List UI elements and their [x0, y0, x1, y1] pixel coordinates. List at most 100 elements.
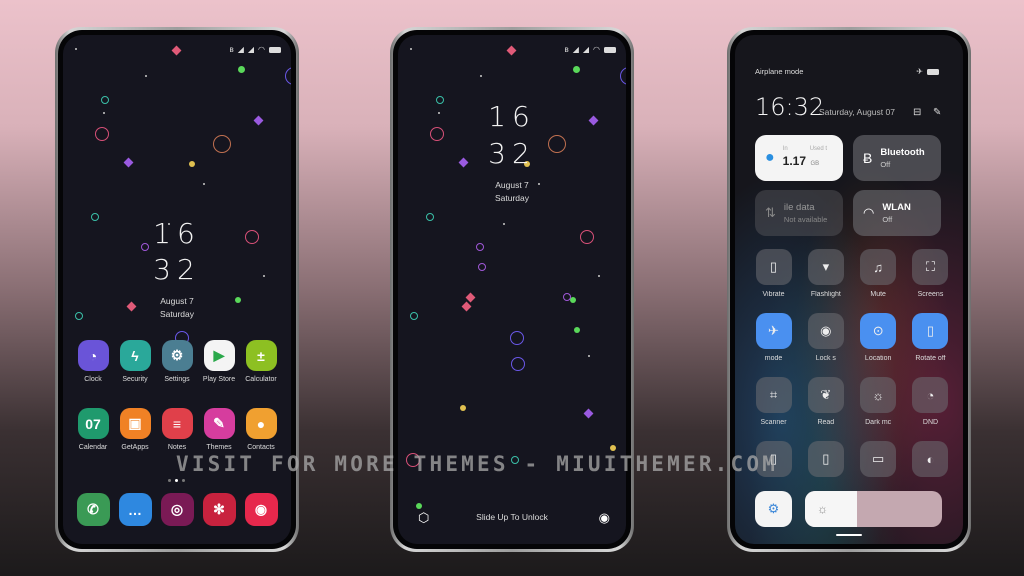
app-fingerprint[interactable]: ◎: [157, 493, 197, 526]
status-bar: ✈: [916, 67, 939, 76]
app-calendar[interactable]: 07 Calendar: [73, 408, 113, 451]
notes-icon: ≡: [161, 408, 193, 439]
flashlight-icon: ▾: [807, 249, 844, 285]
auto-brightness-button[interactable]: ⚙: [755, 491, 792, 527]
toggle-label: mode: [764, 355, 783, 362]
wallpaper-particle: [171, 45, 182, 56]
data-usage-tile[interactable]: ● In Used t 1.17 GB: [755, 135, 843, 181]
app-calculator[interactable]: ± Calculator: [241, 340, 281, 383]
wallpaper-particle: [465, 292, 476, 303]
settings-shortcut-icon[interactable]: ⊟: [913, 107, 921, 118]
app-getapps[interactable]: ▣ GetApps: [115, 408, 155, 451]
toggle-dark-mc[interactable]: ☼ Dark mc: [860, 377, 897, 426]
app-clock[interactable]: ◔ Clock: [73, 340, 113, 383]
edit-icon[interactable]: ✎: [933, 107, 941, 118]
toggle-scanner[interactable]: ⌗ Scanner: [755, 377, 792, 426]
wallpaper-particle: [476, 243, 484, 251]
app-row-2: 07 Calendar ▣ GetApps ≡ Notes ✎ Themes ● Contacts: [73, 408, 281, 451]
moon-icon: ◔: [912, 377, 949, 413]
cast-icon: ▭: [860, 441, 897, 477]
mobile-data-title: ile data: [783, 202, 815, 213]
wlan-title: WLAN: [882, 202, 911, 213]
sun-icon: ☼: [817, 502, 828, 516]
toggle-dnd[interactable]: ◔ DND: [912, 377, 949, 426]
wallpaper-particle: [503, 223, 505, 225]
app-label: Contacts: [247, 444, 275, 451]
fingerprint-icon: ◎: [160, 493, 194, 526]
wallpaper-particle: [410, 312, 418, 320]
data-value: 1.17: [782, 154, 807, 168]
brightness-slider[interactable]: ☼: [805, 491, 942, 527]
airplane-mode-label: Airplane mode: [755, 67, 804, 76]
wallpaper-particle: [598, 275, 600, 277]
wallpaper-particle: [426, 213, 434, 221]
toggle-label: Flashlight: [810, 291, 841, 298]
app-security[interactable]: ϟ Security: [115, 340, 155, 383]
home-indicator[interactable]: [836, 534, 862, 536]
app-label: Calculator: [245, 376, 277, 383]
airplane-icon: ✈: [755, 313, 792, 349]
date-label: August 7: [160, 296, 194, 306]
app-settings[interactable]: ⚙ Settings: [157, 340, 197, 383]
calculator-icon: ±: [245, 340, 277, 371]
toggle-screens[interactable]: ⛶ Screens: [912, 249, 949, 298]
mobile-data-tile[interactable]: ⇅ ile data Not available: [755, 190, 843, 236]
wallpaper-particle: [460, 405, 466, 411]
mobile-data-state: Not available: [783, 215, 828, 224]
wallpaper-particle: [213, 135, 231, 153]
wallpaper-particle: [189, 161, 195, 167]
bluetooth-icon: ʙ: [564, 45, 569, 54]
app-messages[interactable]: …: [115, 493, 155, 526]
status-bar: ʙ ◢ ◢ ◠: [229, 45, 281, 54]
wallpaper-particle: [478, 263, 486, 271]
unlock-hint[interactable]: Slide Up To Unlock: [398, 512, 626, 522]
toggle-mode[interactable]: ✈ mode: [755, 313, 792, 362]
toggle-vibrate[interactable]: ▯ Vibrate: [755, 249, 792, 298]
wallpaper-particle: [123, 157, 134, 168]
wallpaper-particle: [103, 112, 105, 114]
toggle-reading[interactable]: ◐: [912, 441, 949, 477]
app-notes[interactable]: ≡ Notes: [157, 408, 197, 451]
signal-icon: ◢: [582, 45, 590, 54]
cc-time: 16:32: [755, 93, 825, 121]
toggle-location[interactable]: ⊙ Location: [860, 313, 897, 362]
toggle-flashlight[interactable]: ▾ Flashlight: [807, 249, 844, 298]
bluetooth-icon: Ƀ: [863, 150, 873, 166]
app-play-store[interactable]: ▶ Play Store: [199, 340, 239, 383]
app-themes[interactable]: ✎ Themes: [199, 408, 239, 451]
airplane-icon: ✈: [916, 67, 923, 76]
app-camera[interactable]: ◉: [241, 493, 281, 526]
bluetooth-title: Bluetooth: [880, 147, 925, 158]
ultra-battery-icon: ▯: [807, 441, 844, 477]
toggle-cast[interactable]: ▭: [860, 441, 897, 477]
app-row-1: ◔ Clock ϟ Security ⚙ Settings ▶ Play Store ± Calc…: [73, 340, 281, 383]
toggle-rotate-off[interactable]: ▯ Rotate off: [912, 313, 949, 362]
brightness-fill: ☼: [805, 491, 858, 527]
app-label: Notes: [167, 444, 187, 451]
contact-icon: ●: [245, 408, 277, 439]
camera-shortcut-icon[interactable]: ◉: [599, 510, 610, 526]
play-icon: ▶: [203, 340, 235, 371]
app-gallery[interactable]: ✻: [199, 493, 239, 526]
clock-hour: 16: [488, 100, 536, 133]
bluetooth-tile[interactable]: Ƀ Bluetooth Off: [853, 135, 941, 181]
gear-icon: ⚙: [161, 340, 193, 371]
wallpaper-particle: [510, 331, 524, 345]
toggle-ultra-battery[interactable]: ▯: [807, 441, 844, 477]
page-indicator[interactable]: [168, 479, 185, 482]
toggle-read[interactable]: ❦ Read: [807, 377, 844, 426]
app-label: GetApps: [121, 444, 149, 451]
wallpaper-particle: [145, 75, 147, 77]
toggle-mute[interactable]: ♫ Mute: [860, 249, 897, 298]
wlan-state: Off: [882, 215, 893, 224]
reading-icon: ◐: [912, 441, 949, 477]
wallpaper-particle: [416, 503, 422, 509]
wlan-tile[interactable]: ◠ WLAN Off: [853, 190, 941, 236]
wallpaper-particle: [410, 48, 412, 50]
toggle-lock-s[interactable]: ◉ Lock s: [807, 313, 844, 362]
wallpaper-particle: [588, 355, 590, 357]
toggle-row-4: ▯ ▯ ▭ ◐: [755, 441, 949, 477]
wallpaper-particle: [461, 301, 472, 312]
app-phone[interactable]: ✆: [73, 493, 113, 526]
app-contacts[interactable]: ● Contacts: [241, 408, 281, 451]
